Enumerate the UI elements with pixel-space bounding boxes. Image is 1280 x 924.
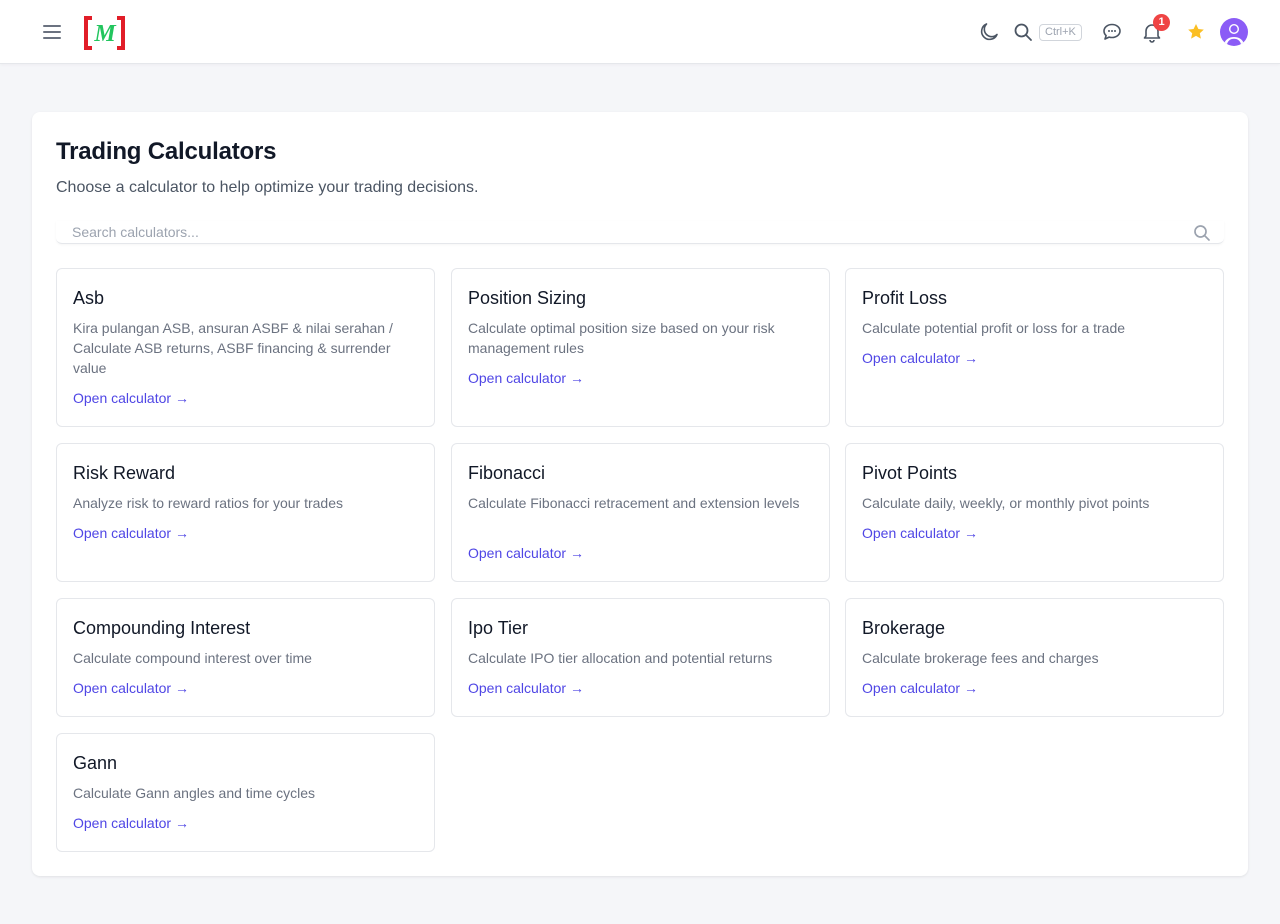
calculator-title: Pivot Points <box>862 463 958 483</box>
user-avatar-icon[interactable] <box>1220 18 1248 46</box>
calculator-card-ipo-tier[interactable]: Ipo Tier Calculate IPO tier allocation a… <box>451 598 830 717</box>
calculator-title: Fibonacci <box>468 463 546 483</box>
open-calculator-link[interactable]: Open calculator → <box>73 390 189 406</box>
calculator-description: Calculate Gann angles and time cycles <box>73 785 316 801</box>
moon-icon[interactable] <box>977 20 1001 44</box>
calculator-title: Asb <box>73 288 105 308</box>
open-calculator-link[interactable]: Open calculator → <box>468 370 584 386</box>
calculator-title: Ipo Tier <box>468 618 529 638</box>
calculator-card-compounding-interest[interactable]: Compounding Interest Calculate compound … <box>56 598 435 717</box>
calculator-description: Calculate optimal position size based on… <box>468 320 775 356</box>
calculator-description: Kira pulangan ASB, ansuran ASBF & nilai … <box>73 320 393 376</box>
open-calculator-link[interactable]: Open calculator → <box>468 680 584 696</box>
calculator-title: Profit Loss <box>862 288 948 308</box>
calculator-card-asb[interactable]: Asb Kira pulangan ASB, ansuran ASBF & ni… <box>56 268 435 427</box>
calculator-description: Analyze risk to reward ratios for your t… <box>73 495 343 511</box>
calculator-title: Position Sizing <box>468 288 587 308</box>
calculator-card-brokerage[interactable]: Brokerage Calculate brokerage fees and c… <box>845 598 1224 717</box>
calculator-title: Compounding Interest <box>73 618 251 638</box>
search-shortcut-hint: Ctrl+K <box>1039 24 1082 41</box>
page-subtitle: Choose a calculator to help optimize you… <box>56 179 479 196</box>
calculator-description: Calculate Fibonacci retracement and exte… <box>468 495 800 511</box>
open-calculator-link[interactable]: Open calculator → <box>862 680 978 696</box>
calculator-title: Gann <box>73 753 118 773</box>
calculator-description: Calculate IPO tier allocation and potent… <box>468 650 773 666</box>
calculator-card-gann[interactable]: Gann Calculate Gann angles and time cycl… <box>56 733 435 852</box>
open-calculator-link[interactable]: Open calculator → <box>73 525 189 541</box>
open-calculator-link[interactable]: Open calculator → <box>468 545 584 561</box>
open-calculator-link[interactable]: Open calculator → <box>73 815 189 831</box>
notification-badge: 1 <box>1153 14 1170 31</box>
top-navbar: M Ctrl+K 1 <box>0 0 1280 64</box>
calculator-card-risk-reward[interactable]: Risk Reward Analyze risk to reward ratio… <box>56 443 435 582</box>
calculator-title: Brokerage <box>862 618 946 638</box>
open-calculator-link[interactable]: Open calculator → <box>862 525 978 541</box>
calculator-card-pivot-points[interactable]: Pivot Points Calculate daily, weekly, or… <box>845 443 1224 582</box>
search-icon[interactable] <box>1192 223 1212 243</box>
star-icon[interactable] <box>1184 20 1208 44</box>
header-actions: Ctrl+K 1 <box>0 0 1280 64</box>
search-input[interactable] <box>56 221 1186 243</box>
calculators-panel: Trading Calculators Choose a calculator … <box>32 112 1248 876</box>
open-calculator-link[interactable]: Open calculator → <box>73 680 189 696</box>
open-calculator-link[interactable]: Open calculator → <box>862 350 978 366</box>
calculator-description: Calculate daily, weekly, or monthly pivo… <box>862 495 1150 511</box>
calculator-description: Calculate compound interest over time <box>73 650 312 666</box>
search-icon[interactable] <box>1011 20 1035 44</box>
page-title: Trading Calculators <box>56 138 277 165</box>
calculator-description: Calculate brokerage fees and charges <box>862 650 1099 666</box>
chat-icon[interactable] <box>1100 20 1124 44</box>
search-bar <box>56 221 1224 244</box>
calculator-card-profit-loss[interactable]: Profit Loss Calculate potential profit o… <box>845 268 1224 427</box>
calculator-description: Calculate potential profit or loss for a… <box>862 320 1126 336</box>
calculator-card-fibonacci[interactable]: Fibonacci Calculate Fibonacci retracemen… <box>451 443 830 582</box>
calculator-card-position-sizing[interactable]: Position Sizing Calculate optimal positi… <box>451 268 830 427</box>
calculator-title: Risk Reward <box>73 463 176 483</box>
